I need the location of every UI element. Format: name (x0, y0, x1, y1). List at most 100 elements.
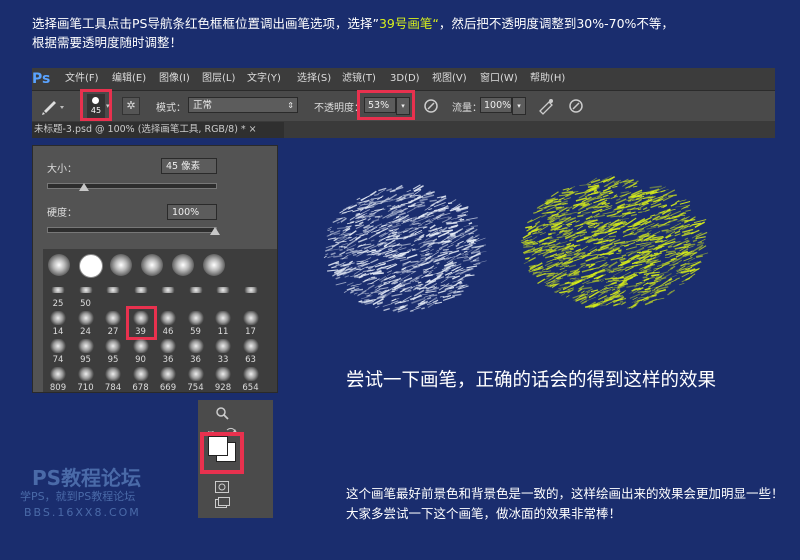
brush-stroke-mark (429, 224, 436, 230)
airbrush-icon[interactable] (537, 97, 555, 115)
menu-layer[interactable]: 图层(L) (202, 68, 235, 90)
zoom-icon[interactable] (212, 406, 232, 420)
swap-colors-icon[interactable] (226, 422, 238, 433)
brush-stroke-mark (569, 238, 575, 242)
brush-stroke-mark (440, 277, 449, 284)
brush-stroke-mark (550, 238, 560, 242)
brush-stroke-mark (370, 258, 379, 264)
brush-stroke-mark (620, 191, 629, 194)
opacity-input[interactable]: 53% (364, 97, 396, 113)
brush-preset-cell[interactable]: 784 (100, 364, 126, 396)
brush-stroke-mark (553, 272, 559, 275)
hardness-slider-track[interactable] (47, 227, 217, 233)
brush-stroke-mark (440, 284, 446, 287)
brush-stroke-mark (529, 236, 538, 242)
brush-stroke-mark (414, 227, 419, 230)
menu-file[interactable]: 文件(F) (65, 68, 99, 90)
brush-tip-icon (159, 287, 177, 293)
menu-window[interactable]: 窗口(W) (480, 68, 518, 90)
brush-stroke-mark (646, 241, 656, 244)
brush-stroke-mark (580, 262, 586, 266)
brush-stroke-mark (673, 242, 682, 248)
quick-mask-icon[interactable] (215, 478, 229, 493)
brush-stroke-mark (640, 209, 650, 213)
brush-stroke-mark (358, 237, 368, 243)
brush-stroke-mark (406, 208, 415, 213)
brush-stroke-mark (379, 263, 386, 266)
brush-stroke-mark (683, 257, 693, 262)
document-tab[interactable]: 未标题-3.psd @ 100% (选择画笔工具, RGB/8) * × (32, 122, 284, 138)
brush-stroke-mark (608, 261, 618, 268)
brush-tip-icon (172, 254, 194, 276)
brush-preset-cell[interactable]: 678 (128, 364, 154, 396)
brush-stroke-mark (553, 200, 562, 204)
brush-preset-cell[interactable]: 809 (45, 364, 71, 396)
brush-stroke-mark (378, 187, 387, 192)
brush-stroke-mark (619, 244, 625, 247)
menu-view[interactable]: 视图(V) (432, 68, 467, 90)
brush-stroke-mark (395, 246, 403, 251)
brush-stroke-mark (428, 269, 434, 273)
pressure-size-icon[interactable] (567, 97, 585, 115)
brush-stroke-mark (679, 282, 685, 286)
brush-stroke-mark (675, 277, 681, 281)
menu-help[interactable]: 帮助(H) (530, 68, 565, 90)
brush-stroke-mark (548, 233, 552, 236)
size-slider-track[interactable] (47, 183, 217, 189)
brush-stroke-mark (375, 305, 380, 309)
mode-value: 正常 (193, 100, 213, 111)
brush-preset-cell[interactable]: 928 (210, 364, 236, 396)
brush-preset-cell[interactable]: 669 (155, 364, 181, 396)
brush-stroke-mark (382, 303, 393, 307)
brush-stroke-mark (528, 257, 536, 262)
brush-stroke-mark (421, 300, 426, 303)
opacity-dropdown-icon[interactable]: ▾ (396, 97, 410, 115)
foreground-color-swatch[interactable] (208, 436, 228, 456)
brush-stroke-mark (401, 243, 411, 247)
brush-preset-cell[interactable]: 710 (73, 364, 99, 396)
default-colors-icon[interactable] (207, 424, 216, 439)
menu-filter[interactable]: 滤镜(T) (342, 68, 376, 90)
brush-tip-icon (76, 339, 95, 353)
mode-select[interactable]: 正常 ⇕ (188, 97, 298, 113)
menu-edit[interactable]: 编辑(E) (112, 68, 146, 90)
brush-preset-cell[interactable]: 654 (238, 364, 264, 396)
brush-stroke-mark (651, 289, 656, 292)
screen-mode-icon[interactable] (215, 496, 231, 510)
brush-preset-picker[interactable]: 45 ▾ (80, 89, 112, 121)
brush-stroke-mark (632, 185, 638, 188)
size-slider-thumb[interactable] (78, 183, 89, 191)
brush-stroke-mark (374, 194, 379, 196)
brush-stroke-mark (540, 270, 552, 273)
brush-tip-icon (241, 287, 260, 293)
pressure-opacity-icon[interactable] (422, 97, 440, 115)
brush-panel-toggle-icon[interactable]: ✲ (122, 97, 140, 115)
size-input[interactable]: 45 像素 (161, 158, 217, 174)
menu-image[interactable]: 图像(I) (159, 68, 190, 90)
brush-stroke-mark (398, 280, 403, 283)
brush-stroke-mark (323, 255, 327, 259)
hardness-slider-thumb[interactable] (210, 227, 220, 235)
brush-stroke-mark (576, 237, 589, 243)
flow-input[interactable]: 100% (480, 97, 512, 113)
hardness-input[interactable]: 100% (167, 204, 217, 220)
brush-stroke-mark (338, 245, 343, 248)
brush-stroke-mark (649, 245, 655, 248)
brush-stroke-mark (426, 296, 432, 300)
brush-tip-icon (241, 367, 260, 381)
brush-stroke-mark (559, 267, 565, 270)
brush-stroke-mark (396, 285, 403, 287)
menu-3d[interactable]: 3D(D) (390, 68, 420, 90)
brush-tool-icon[interactable] (40, 97, 66, 115)
menu-type[interactable]: 文字(Y) (247, 68, 281, 90)
brush-preset-cell[interactable]: 754 (183, 364, 209, 396)
brush-stroke-mark (387, 247, 393, 251)
brush-size-label: 809 (49, 383, 67, 393)
brush-stroke-mark (364, 231, 369, 233)
brush-stroke-mark (421, 254, 430, 257)
brush-stroke-mark (419, 198, 428, 202)
flow-dropdown-icon[interactable]: ▾ (512, 97, 526, 115)
menu-select[interactable]: 选择(S) (297, 68, 331, 90)
brush-stroke-mark (649, 185, 662, 189)
brush-stroke-mark (325, 253, 329, 256)
